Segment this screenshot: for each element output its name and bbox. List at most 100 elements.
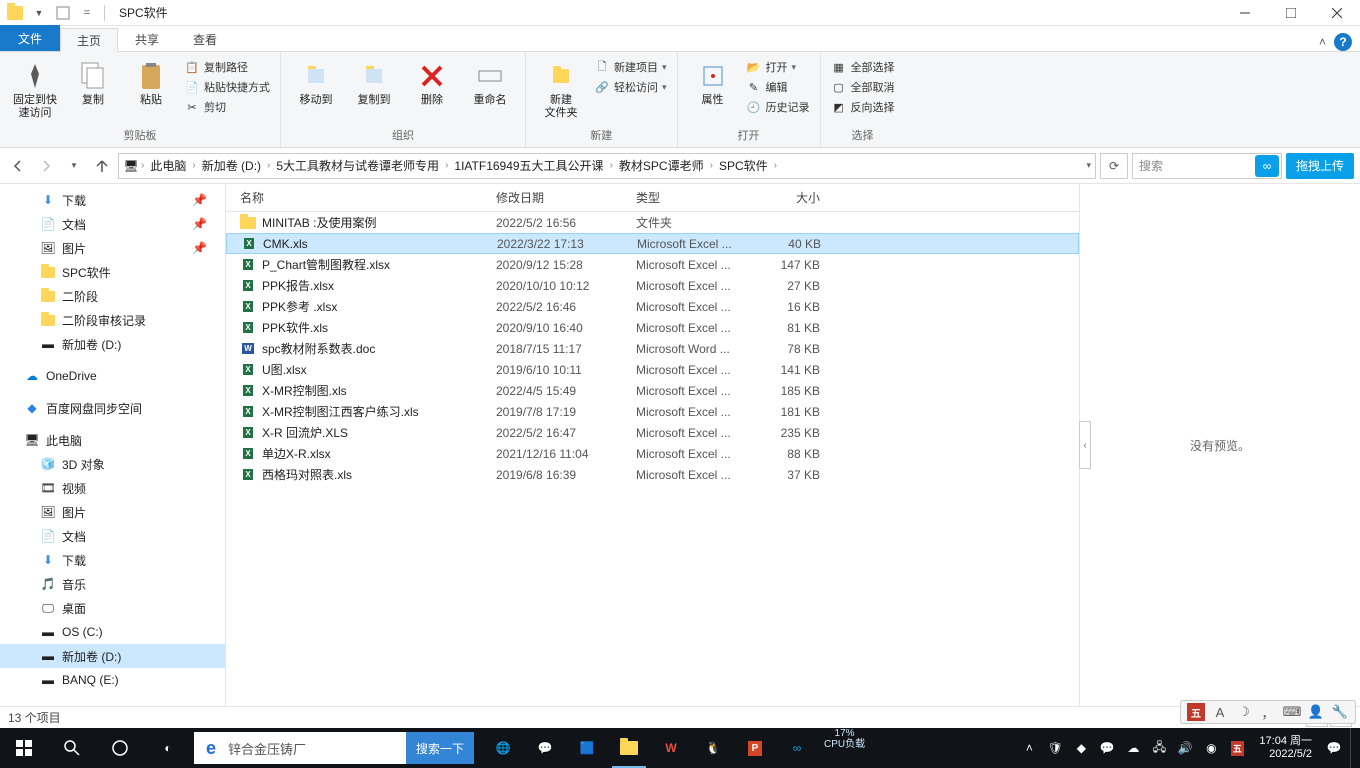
view-tab[interactable]: 查看 — [176, 27, 234, 51]
qat-overflow-icon[interactable]: = — [76, 2, 98, 24]
up-button[interactable] — [90, 154, 114, 178]
easy-access-button[interactable]: 🔗轻松访问▾ — [592, 78, 669, 96]
search-box[interactable]: 搜索 ∞ — [1132, 153, 1282, 179]
taskbar-search-go[interactable]: 搜索一下 — [406, 732, 474, 764]
move-to-button[interactable]: 移动到 — [289, 56, 343, 107]
tree-newvold[interactable]: ▬新加卷 (D:) — [0, 644, 225, 668]
open-button[interactable]: 📂打开▾ — [744, 58, 812, 76]
tree-thispc[interactable]: 🖥此电脑 — [0, 428, 225, 452]
file-row[interactable]: XPPK报告.xlsx2020/10/10 10:12Microsoft Exc… — [226, 275, 1079, 296]
delete-button[interactable]: 删除 — [405, 56, 459, 107]
minimize-button[interactable] — [1222, 0, 1268, 26]
tree-baidu[interactable]: ◆百度网盘同步空间 — [0, 396, 225, 420]
recent-locations-button[interactable]: ▾ — [62, 154, 86, 178]
paste-button[interactable]: 粘贴 — [124, 56, 178, 107]
tray-overflow[interactable]: ˄ — [1019, 728, 1039, 768]
tree-onedrive[interactable]: ☁OneDrive — [0, 364, 225, 388]
file-row[interactable]: XX-MR控制图江西客户练习.xls2019/7/8 17:19Microsof… — [226, 401, 1079, 422]
rename-button[interactable]: 重命名 — [463, 56, 517, 107]
ime-settings-icon[interactable]: 🔧 — [1331, 703, 1349, 721]
tray-network-icon[interactable]: 🖧 — [1149, 728, 1169, 768]
history-button[interactable]: 🕘历史记录 — [744, 98, 812, 116]
refresh-button[interactable]: ⟳ — [1100, 153, 1128, 179]
app-wechat[interactable]: 💬 — [524, 728, 566, 768]
home-tab[interactable]: 主页 — [60, 28, 118, 52]
crumb-thispc[interactable]: 此电脑 — [146, 157, 190, 174]
ime-font-icon[interactable]: A — [1211, 703, 1229, 721]
copy-button[interactable]: 复制 — [66, 56, 120, 107]
app-qq[interactable]: 🐧 — [692, 728, 734, 768]
back-button[interactable] — [6, 154, 30, 178]
tree-newvol[interactable]: ▬新加卷 (D:) — [0, 332, 225, 356]
app-wps[interactable]: W — [650, 728, 692, 768]
tree-pictures[interactable]: 🖼图片📌 — [0, 236, 225, 260]
pin-icon[interactable]: 📌 — [192, 193, 207, 207]
pin-icon[interactable]: 📌 — [192, 241, 207, 255]
drag-upload-button[interactable]: 拖拽上传 — [1286, 153, 1354, 179]
header-name[interactable]: 名称 — [226, 189, 496, 206]
file-row[interactable]: XX-MR控制图.xls2022/4/5 15:49Microsoft Exce… — [226, 380, 1079, 401]
edit-button[interactable]: ✎编辑 — [744, 78, 812, 96]
app-browser[interactable]: 🟦 — [566, 728, 608, 768]
app-edge[interactable]: 🌐 — [482, 728, 524, 768]
tray-ime-icon[interactable]: 五 — [1227, 728, 1247, 768]
tree-audit[interactable]: 二阶段审核记录 — [0, 308, 225, 332]
tree-banq[interactable]: ▬BANQ (E:) — [0, 668, 225, 692]
file-row[interactable]: XP_Chart管制图教程.xlsx2020/9/12 15:28Microso… — [226, 254, 1079, 275]
header-type[interactable]: 类型 — [636, 189, 758, 206]
new-folder-button[interactable]: 新建 文件夹 — [534, 56, 588, 120]
search-button[interactable] — [48, 728, 96, 768]
tree-downloads[interactable]: ⬇下载📌 — [0, 188, 225, 212]
crumb-folder1[interactable]: 5大工具教材与试卷谭老师专用 — [272, 157, 443, 174]
help-icon[interactable]: ? — [1334, 33, 1352, 51]
start-button[interactable] — [0, 728, 48, 768]
tree-pictures2[interactable]: 🖼图片 — [0, 500, 225, 524]
ime-toolbar[interactable]: 五 A ☽ ， ⌨ 👤 🔧 — [1180, 700, 1356, 724]
show-desktop-button[interactable] — [1350, 728, 1356, 768]
collapse-ribbon-icon[interactable]: ˄ — [1319, 35, 1326, 49]
copy-path-button[interactable]: 📋复制路径 — [182, 58, 272, 76]
tree-desktop[interactable]: 🖵桌面 — [0, 596, 225, 620]
column-headers[interactable]: 名称 修改日期 类型 大小 — [226, 184, 1079, 212]
taskbar-search-box[interactable]: e 锌合金压铸厂 搜索一下 — [194, 732, 474, 764]
tree-spc[interactable]: SPC软件 — [0, 260, 225, 284]
file-row[interactable]: Wspc教材附系数表.doc2018/7/15 11:17Microsoft W… — [226, 338, 1079, 359]
close-button[interactable] — [1314, 0, 1360, 26]
taskview-button[interactable]: ◐ — [144, 728, 192, 768]
tray-cloud-icon[interactable]: ☁ — [1123, 728, 1143, 768]
properties-icon[interactable] — [52, 2, 74, 24]
file-row[interactable]: X西格玛对照表.xls2019/6/8 16:39Microsoft Excel… — [226, 464, 1079, 485]
crumb-folder2[interactable]: 1IATF16949五大工具公开课 — [450, 157, 607, 174]
crumb-current[interactable]: SPC软件 — [715, 157, 772, 174]
share-tab[interactable]: 共享 — [118, 27, 176, 51]
forward-button[interactable] — [34, 154, 58, 178]
select-none-button[interactable]: ▢全部取消 — [829, 78, 897, 96]
file-row[interactable]: XPPK软件.xls2020/9/10 16:40Microsoft Excel… — [226, 317, 1079, 338]
maximize-button[interactable] — [1268, 0, 1314, 26]
file-tab[interactable]: 文件 — [0, 25, 60, 51]
file-row[interactable]: XPPK参考 .xlsx2022/5/2 16:46Microsoft Exce… — [226, 296, 1079, 317]
tree-videos[interactable]: 🎞视频 — [0, 476, 225, 500]
select-all-button[interactable]: ▦全部选择 — [829, 58, 897, 76]
navigation-pane[interactable]: ⬇下载📌 📄文档📌 🖼图片📌 SPC软件 二阶段 二阶段审核记录 ▬新加卷 (D… — [0, 184, 226, 706]
tree-osc[interactable]: ▬OS (C:) — [0, 620, 225, 644]
ime-moon-icon[interactable]: ☽ — [1235, 703, 1253, 721]
header-size[interactable]: 大小 — [758, 189, 828, 206]
crumb-drive[interactable]: 新加卷 (D:) — [198, 157, 265, 174]
app-explorer[interactable] — [608, 728, 650, 768]
cloud-search-icon[interactable]: ∞ — [1255, 155, 1279, 177]
app-baidu[interactable]: ∞ — [776, 728, 818, 768]
pin-icon[interactable]: 📌 — [192, 217, 207, 231]
new-item-button[interactable]: 🗋新建项目▾ — [592, 58, 669, 76]
ime-comma-icon[interactable]: ， — [1259, 703, 1277, 721]
file-row[interactable]: XU图.xlsx2019/6/10 10:11Microsoft Excel .… — [226, 359, 1079, 380]
properties-button[interactable]: 属性 — [686, 56, 740, 107]
tree-documents[interactable]: 📄文档📌 — [0, 212, 225, 236]
file-row[interactable]: MINITAB :及使用案例2022/5/2 16:56文件夹 — [226, 212, 1079, 233]
ime-keyboard-icon[interactable]: ⌨ — [1283, 703, 1301, 721]
cortana-button[interactable] — [96, 728, 144, 768]
ime-mode-icon[interactable]: 五 — [1187, 703, 1205, 721]
crumb-folder3[interactable]: 教材SPC谭老师 — [615, 157, 708, 174]
invert-selection-button[interactable]: ◩反向选择 — [829, 98, 897, 116]
file-row[interactable]: XX-R 回流炉.XLS2022/5/2 16:47Microsoft Exce… — [226, 422, 1079, 443]
